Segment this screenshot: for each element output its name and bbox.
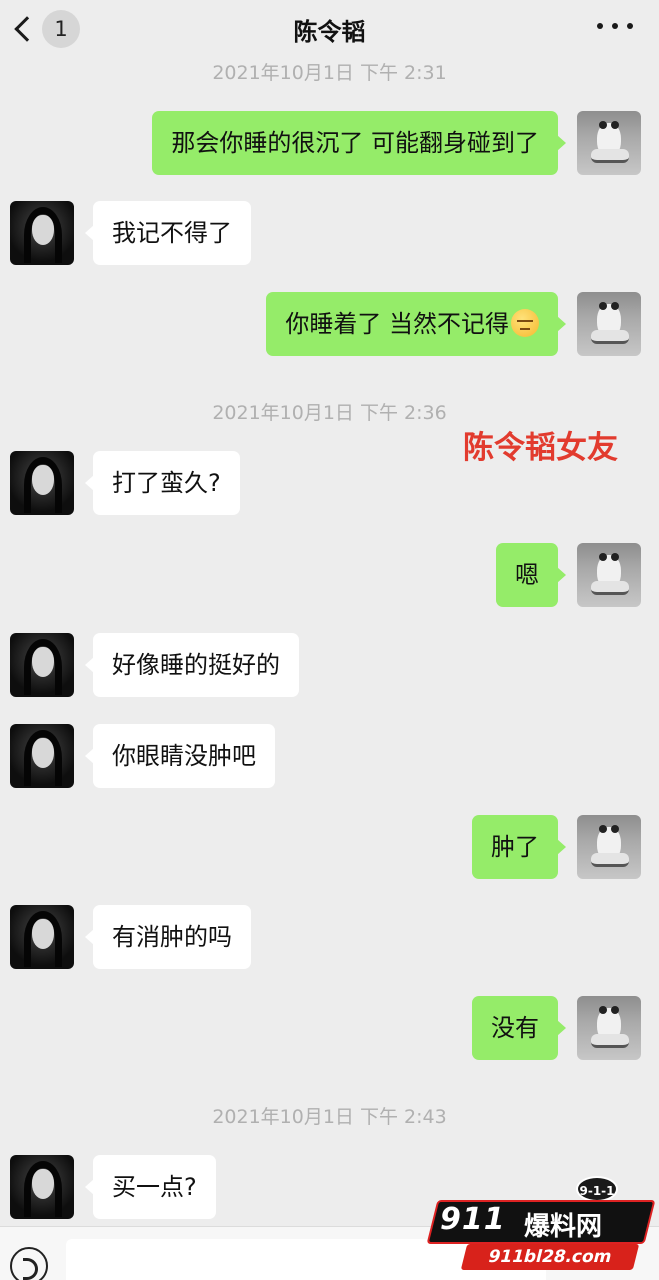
timestamp: 2021年10月1日 下午 2:31 — [212, 62, 447, 84]
timestamp: 2021年10月1日 下午 2:36 — [212, 402, 447, 424]
voice-input-icon[interactable] — [10, 1247, 48, 1280]
message-bubble-incoming[interactable]: 好像睡的挺好的 — [85, 633, 299, 697]
timestamp: 2021年10月1日 下午 2:43 — [212, 1106, 447, 1128]
my-avatar[interactable] — [577, 111, 641, 175]
more-dot-icon — [597, 23, 603, 29]
message-bubble-incoming[interactable]: 你眼睛没肿吧 — [85, 724, 275, 788]
my-avatar[interactable] — [577, 292, 641, 356]
chat-title: 陈令韬 — [293, 18, 366, 46]
message-bubble-incoming[interactable]: 买一点? — [85, 1155, 216, 1219]
contact-avatar[interactable] — [10, 633, 74, 697]
more-dot-icon — [627, 23, 633, 29]
my-avatar[interactable] — [577, 996, 641, 1060]
watermark-name: 爆料网 — [524, 1212, 603, 1242]
message-bubble-incoming[interactable]: 有消肿的吗 — [85, 905, 251, 969]
contact-avatar[interactable] — [10, 451, 74, 515]
annotation-caption: 陈令韬女友 — [463, 430, 618, 466]
watermark-logo: 9-1-1 911 爆料网 911bl28.com — [426, 1172, 656, 1274]
contact-avatar[interactable] — [10, 1155, 74, 1219]
watermark-number: 911 — [440, 1202, 506, 1237]
top-bar: 1 陈令韬 — [0, 0, 659, 60]
message-text: 你睡着了 当然不记得 — [285, 310, 509, 338]
message-bubble-incoming[interactable]: 我记不得了 — [85, 201, 251, 265]
contact-avatar[interactable] — [10, 201, 74, 265]
unamused-face-emoji-icon — [511, 309, 539, 337]
contact-avatar[interactable] — [10, 724, 74, 788]
message-bubble-outgoing[interactable]: 那会你睡的很沉了 可能翻身碰到了 — [152, 111, 566, 175]
message-bubble-incoming[interactable]: 打了蛮久? — [85, 451, 240, 515]
message-bubble-outgoing[interactable]: 肿了 — [472, 815, 566, 879]
message-bubble-outgoing[interactable]: 嗯 — [496, 543, 566, 607]
more-dot-icon — [612, 23, 618, 29]
more-options-button[interactable] — [597, 14, 633, 38]
message-bubble-outgoing[interactable]: 没有 — [472, 996, 566, 1060]
my-avatar[interactable] — [577, 815, 641, 879]
watermark-badge: 9-1-1 — [576, 1176, 618, 1202]
watermark-site: 911bl28.com — [460, 1244, 640, 1270]
message-bubble-outgoing[interactable]: 你睡着了 当然不记得 — [266, 292, 566, 356]
contact-avatar[interactable] — [10, 905, 74, 969]
my-avatar[interactable] — [577, 543, 641, 607]
